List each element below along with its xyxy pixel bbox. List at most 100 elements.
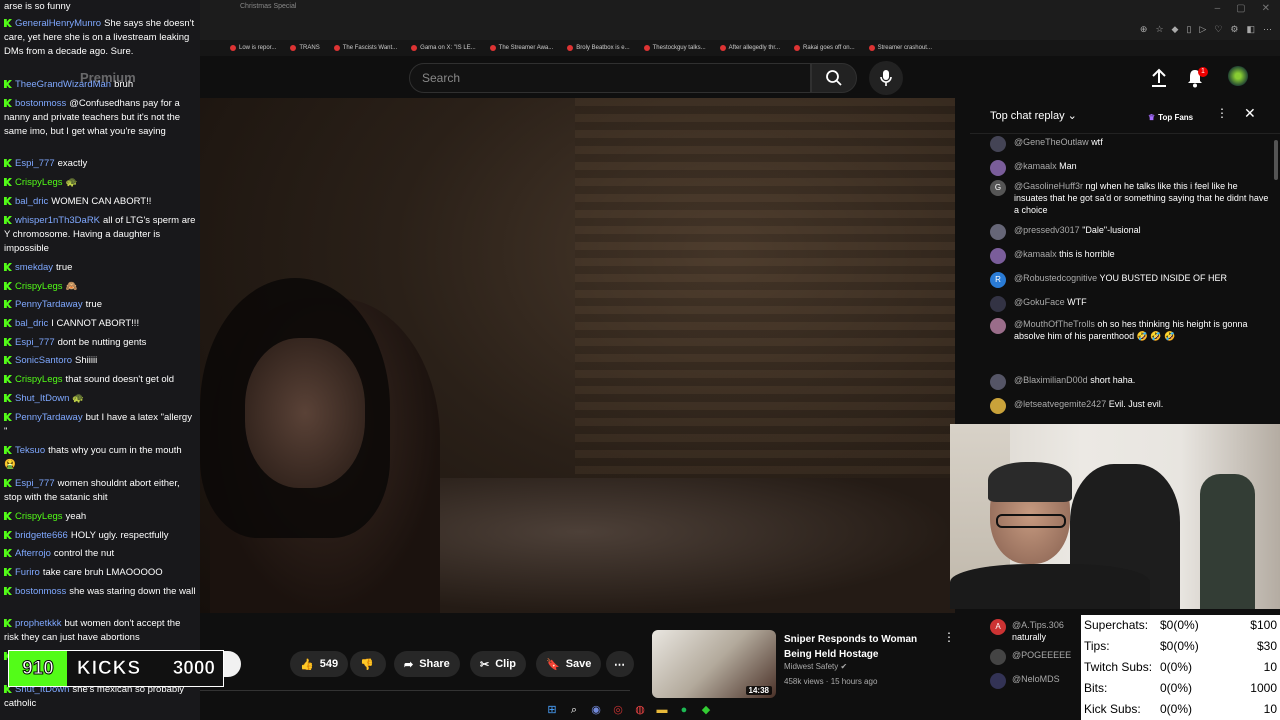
- star-icon[interactable]: ☆: [1155, 24, 1163, 35]
- bookmark-item[interactable]: The Fascists Want...: [333, 45, 397, 51]
- dislike-button[interactable]: 👎: [350, 651, 386, 677]
- kick-username[interactable]: bostonmoss: [15, 98, 66, 109]
- upload-button[interactable]: [1150, 68, 1168, 93]
- chat-username[interactable]: @MouthOfTheTrolls: [1014, 319, 1095, 329]
- close-icon[interactable]: ✕: [1244, 105, 1256, 122]
- chat-username[interactable]: @NeloMDS: [1012, 674, 1060, 684]
- chat-avatar[interactable]: [990, 673, 1006, 689]
- windows-start-icon[interactable]: ⊞: [545, 703, 559, 717]
- recommendation-title[interactable]: Sniper Responds to Woman Being Held Host…: [784, 632, 934, 662]
- kick-username[interactable]: bal_dric: [15, 318, 48, 329]
- obs-icon[interactable]: ◎: [611, 703, 625, 717]
- kick-username[interactable]: prophetkkk: [15, 618, 61, 629]
- chat-avatar[interactable]: A: [990, 619, 1006, 635]
- chat-avatar[interactable]: [990, 398, 1006, 414]
- bookmark-item[interactable]: Streamer crashout...: [868, 45, 932, 51]
- kick-username[interactable]: PennyTardaway: [15, 412, 83, 423]
- chat-avatar[interactable]: G: [990, 180, 1006, 196]
- chat-avatar[interactable]: R: [990, 272, 1006, 288]
- bookmark-item[interactable]: Gama on X: "IS LE...: [411, 45, 476, 51]
- chat-avatar[interactable]: [990, 374, 1006, 390]
- chat-username[interactable]: @BlaximilianD00d: [1014, 375, 1088, 385]
- search-button[interactable]: [811, 63, 857, 93]
- chat-avatar[interactable]: [990, 649, 1006, 665]
- kick-username[interactable]: CrispyLegs: [15, 281, 63, 292]
- kick-username[interactable]: GeneralHenryMunro: [15, 18, 101, 29]
- clip-button[interactable]: ✂ Clip: [470, 651, 526, 677]
- kick-username[interactable]: Afterrojo: [15, 548, 51, 559]
- chat-username[interactable]: @GokuFace: [1014, 297, 1065, 307]
- kick-username[interactable]: TheeGrandWizardMan: [15, 79, 111, 90]
- chat-username[interactable]: @A.Tips.306: [1012, 620, 1064, 630]
- browser-tab[interactable]: Christmas Special: [240, 3, 296, 10]
- chat-scrollbar[interactable]: [1274, 140, 1278, 180]
- kick-username[interactable]: bostonmoss: [15, 586, 66, 597]
- kick-username[interactable]: Espi_777: [15, 478, 55, 489]
- chat-avatar[interactable]: [990, 248, 1006, 264]
- kick-username[interactable]: Teksuo: [15, 445, 45, 456]
- close-window-icon[interactable]: ✕: [1262, 3, 1270, 14]
- top-fans-button[interactable]: ♛ Top Fans: [1148, 108, 1193, 126]
- shield-icon[interactable]: ◆: [1172, 24, 1179, 35]
- play-icon[interactable]: ▷: [1199, 24, 1206, 35]
- kick-username[interactable]: CrispyLegs: [15, 374, 63, 385]
- chat-username[interactable]: @letseatvegemite2427: [1014, 399, 1106, 409]
- chat-username[interactable]: @pressedv3017: [1014, 225, 1080, 235]
- kick-username[interactable]: Furiro: [15, 567, 40, 578]
- bookmark-item[interactable]: Thestockguy talks...: [643, 45, 706, 51]
- heart-icon[interactable]: ♡: [1214, 24, 1222, 35]
- taskbar-search-icon[interactable]: ⌕: [567, 703, 581, 717]
- bookmark-item[interactable]: Low is repor...: [230, 45, 276, 51]
- folder-icon[interactable]: ▬: [655, 703, 669, 717]
- save-button[interactable]: 🔖 Save: [536, 651, 602, 677]
- chat-username[interactable]: @POGEEEEE: [1012, 650, 1071, 660]
- chat-username[interactable]: @GasolineHuff3r: [1014, 181, 1083, 191]
- recommendation-thumbnail[interactable]: 14:38: [652, 630, 776, 698]
- minimize-icon[interactable]: –: [1215, 3, 1221, 14]
- search-input[interactable]: Search: [409, 63, 811, 93]
- bookmark-item[interactable]: Broly Beatbox is e...: [567, 45, 630, 51]
- kick-username[interactable]: Espi_777: [15, 337, 55, 348]
- chat-username[interactable]: @Robustedcognitive: [1014, 273, 1097, 283]
- discord-icon[interactable]: ◉: [589, 703, 603, 717]
- chrome-icon[interactable]: ◍: [633, 703, 647, 717]
- chat-avatar[interactable]: [990, 224, 1006, 240]
- recommendation-menu-icon[interactable]: ⋮: [943, 630, 955, 644]
- kick-username[interactable]: whisper1nTh3DaRK: [15, 215, 100, 226]
- chat-avatar[interactable]: [990, 136, 1006, 152]
- voice-search-button[interactable]: [869, 61, 903, 95]
- kick-username[interactable]: CrispyLegs: [15, 511, 63, 522]
- app-icon[interactable]: ◆: [699, 703, 713, 717]
- bookmark-item[interactable]: Rakai goes off on...: [794, 45, 855, 51]
- maximize-icon[interactable]: ▢: [1236, 3, 1245, 14]
- recommendation-channel[interactable]: Midwest Safety ✔: [784, 662, 847, 671]
- chat-username[interactable]: @kamaalx: [1014, 161, 1057, 171]
- settings-icon[interactable]: ⚙: [1230, 24, 1238, 35]
- like-button[interactable]: 👍 549: [290, 651, 349, 677]
- spotify-icon[interactable]: ●: [677, 703, 691, 717]
- video-player[interactable]: [200, 98, 955, 613]
- chat-avatar[interactable]: [990, 296, 1006, 312]
- bookmark-item[interactable]: The Streamer Awa...: [489, 45, 553, 51]
- chat-menu-icon[interactable]: ⋮: [1216, 106, 1228, 120]
- kick-username[interactable]: bridgette666: [15, 530, 68, 541]
- chat-username[interactable]: @GeneTheOutlaw: [1014, 137, 1089, 147]
- chat-username[interactable]: @kamaalx: [1014, 249, 1057, 259]
- chat-avatar[interactable]: [990, 160, 1006, 176]
- kick-username[interactable]: bal_dric: [15, 196, 48, 207]
- chat-avatar[interactable]: [990, 318, 1006, 334]
- zoom-icon[interactable]: ⊕: [1140, 24, 1148, 35]
- bookmark-item[interactable]: After allegedly thr...: [719, 45, 780, 51]
- extensions-icon[interactable]: ◧: [1246, 24, 1255, 35]
- share-button[interactable]: ➦ Share: [394, 651, 460, 677]
- kick-username[interactable]: CrispyLegs: [15, 177, 63, 188]
- more-actions-button[interactable]: ⋯: [606, 651, 634, 677]
- kick-username[interactable]: smekday: [15, 262, 53, 273]
- bookmark-icon[interactable]: ▯: [1186, 24, 1191, 35]
- bookmark-item[interactable]: TRANS: [290, 45, 320, 51]
- kick-username[interactable]: SonicSantoro: [15, 355, 72, 366]
- kick-username[interactable]: Espi_777: [15, 158, 55, 169]
- account-avatar[interactable]: [1228, 66, 1248, 86]
- kick-username[interactable]: PennyTardaway: [15, 299, 83, 310]
- menu-dots-icon[interactable]: ⋯: [1263, 24, 1272, 35]
